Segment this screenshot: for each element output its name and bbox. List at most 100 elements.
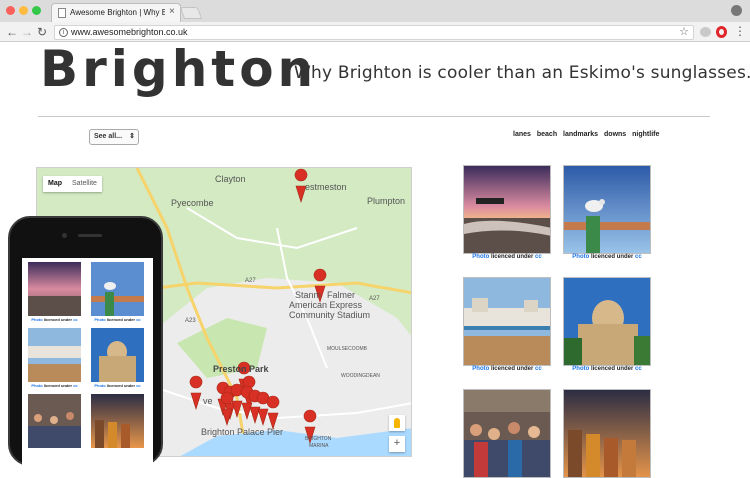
- browser-tabstrip: Awesome Brighton | Why Brigh ×: [0, 0, 750, 22]
- tab-title: Awesome Brighton | Why Brigh: [70, 8, 165, 17]
- browser-toolbar: ← → ↻ i www.awesomebrighton.co.uk ☆ ⋮: [0, 22, 750, 42]
- opera-extension-icon[interactable]: [716, 26, 727, 38]
- filter-landmarks[interactable]: landmarks: [563, 131, 598, 138]
- photo-seagull-lamp[interactable]: [563, 165, 651, 254]
- mobile-photo-beach-huts[interactable]: [91, 394, 144, 448]
- license-link[interactable]: cc: [635, 366, 642, 372]
- phone-camera: [62, 233, 67, 238]
- map-label: Falmer: [327, 290, 356, 300]
- license-link[interactable]: cc: [635, 254, 642, 260]
- road-minor: [186, 207, 358, 250]
- map-label: Preston Park: [213, 364, 269, 374]
- filter-nightlife[interactable]: nightlife: [632, 131, 659, 138]
- phone-mockup: Photo licenced under cc Photo licenced u…: [8, 216, 163, 468]
- map-label: estmeston: [305, 182, 347, 192]
- phone-screen: Photo licenced under cc Photo licenced u…: [22, 258, 153, 468]
- photo-caption: Photo licenced under cc: [563, 254, 651, 260]
- photo-link[interactable]: Photo: [94, 317, 105, 322]
- info-icon[interactable]: i: [59, 28, 68, 37]
- west-pier-sunset-image: [464, 166, 550, 253]
- maximize-window-button[interactable]: [32, 6, 41, 15]
- map-label: Stanm: [295, 290, 322, 300]
- phone-speaker: [78, 234, 102, 237]
- map-label: BRIGHTON: [305, 436, 332, 442]
- site-title: Brighton: [40, 40, 318, 98]
- caption-text: licenced under: [590, 254, 634, 260]
- close-window-button[interactable]: [6, 6, 15, 15]
- map-label: American Express: [289, 300, 363, 310]
- minimize-window-button[interactable]: [19, 6, 28, 15]
- reload-button[interactable]: ↻: [37, 25, 47, 39]
- caption-text: licenced under: [590, 366, 634, 372]
- map-label: MARINA: [309, 443, 329, 449]
- caption-text: licenced under: [43, 383, 73, 388]
- browser-tab[interactable]: Awesome Brighton | Why Brigh ×: [51, 3, 181, 22]
- license-link[interactable]: cc: [73, 383, 77, 388]
- map-type-map-button[interactable]: Map: [43, 180, 67, 187]
- photo-link[interactable]: Photo: [31, 317, 42, 322]
- map-label: WOODINGDEAN: [341, 373, 380, 379]
- map-label: Plumpton: [367, 196, 406, 206]
- map-label: ve: [203, 396, 213, 406]
- map-label: Community Stadium: [289, 310, 371, 320]
- filter-lanes[interactable]: lanes: [513, 131, 531, 138]
- photo-beach-huts[interactable]: [563, 389, 651, 478]
- photo-west-pier-sunset[interactable]: [463, 165, 551, 254]
- mobile-photo-caption: Photo licenced under cc: [91, 317, 144, 322]
- photo-royal-pavilion[interactable]: [563, 277, 651, 366]
- forward-button[interactable]: →: [21, 25, 33, 39]
- photo-link[interactable]: Photo: [94, 383, 105, 388]
- photo-link[interactable]: Photo: [31, 383, 42, 388]
- caption-text: licenced under: [490, 254, 534, 260]
- filter-beach[interactable]: beach: [537, 131, 557, 138]
- mobile-photo-caption: Photo licenced under cc: [28, 383, 81, 388]
- photo-link[interactable]: Photo: [572, 366, 589, 372]
- filter-links: lanes beach landmarks downs nightlife: [513, 131, 663, 138]
- photo-lanes-crowd[interactable]: [463, 389, 551, 478]
- lanes-crowd-image: [464, 390, 550, 477]
- photo-caption: Photo licenced under cc: [463, 366, 551, 372]
- url-text[interactable]: www.awesomebrighton.co.uk: [71, 27, 188, 37]
- photo-link[interactable]: Photo: [572, 254, 589, 260]
- address-bar[interactable]: i www.awesomebrighton.co.uk ☆: [54, 25, 694, 40]
- license-link[interactable]: cc: [535, 366, 542, 372]
- extension-icon[interactable]: [700, 27, 711, 37]
- header-divider: [38, 116, 710, 117]
- license-link[interactable]: cc: [136, 317, 140, 322]
- photo-link[interactable]: Photo: [472, 366, 489, 372]
- back-button[interactable]: ←: [6, 25, 18, 39]
- photo-palace-pier[interactable]: [463, 277, 551, 366]
- new-tab-button[interactable]: [179, 7, 203, 19]
- map-type-control: Map Satellite: [43, 176, 102, 192]
- site-tagline: Why Brighton is cooler than an Eskimo's …: [294, 63, 750, 83]
- page-icon: [58, 8, 66, 18]
- road-label: A23: [185, 318, 196, 324]
- mobile-photo-seagull-lamp[interactable]: [91, 262, 144, 316]
- browser-menu-icon[interactable]: ⋮: [734, 25, 746, 37]
- filter-downs[interactable]: downs: [604, 131, 626, 138]
- caption-text: licenced under: [106, 383, 136, 388]
- photo-link[interactable]: Photo: [472, 254, 489, 260]
- category-select[interactable]: See all... ⇕: [89, 129, 139, 145]
- royal-pavilion-image: [564, 278, 650, 365]
- street-view-pegman-icon[interactable]: [389, 415, 405, 431]
- tab-close-icon[interactable]: ×: [169, 6, 175, 17]
- seagull-lamp-image: [564, 166, 650, 253]
- license-link[interactable]: cc: [73, 317, 77, 322]
- license-link[interactable]: cc: [136, 383, 140, 388]
- profile-icon[interactable]: [731, 5, 742, 16]
- map-label: MOULSECOOMB: [327, 346, 368, 352]
- zoom-in-button[interactable]: +: [389, 436, 405, 452]
- mobile-photo-caption: Photo licenced under cc: [28, 317, 81, 322]
- select-value: See all...: [94, 133, 123, 140]
- mobile-photo-lanes-crowd[interactable]: [28, 394, 81, 448]
- mobile-photo-caption: Photo licenced under cc: [91, 383, 144, 388]
- license-link[interactable]: cc: [535, 254, 542, 260]
- mobile-photo-palace-pier[interactable]: [28, 328, 81, 382]
- map-label: Pyecombe: [171, 198, 214, 208]
- mobile-photo-royal-pavilion[interactable]: [91, 328, 144, 382]
- select-arrow-icon: ⇕: [129, 133, 135, 140]
- map-type-satellite-button[interactable]: Satellite: [67, 180, 102, 187]
- mobile-photo-west-pier-sunset[interactable]: [28, 262, 81, 316]
- bookmark-star-icon[interactable]: ☆: [679, 25, 689, 38]
